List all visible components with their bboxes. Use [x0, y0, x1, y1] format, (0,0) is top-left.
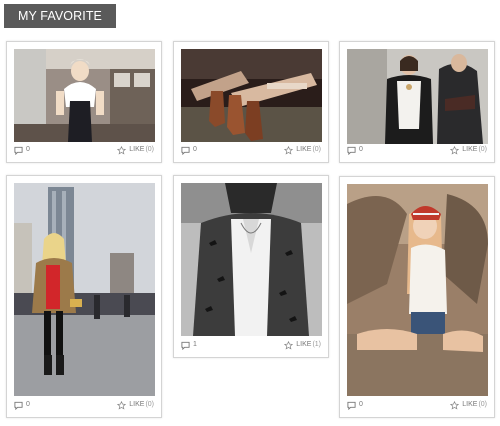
comment-icon	[347, 401, 356, 410]
comment-icon	[14, 146, 23, 155]
star-icon	[450, 400, 460, 410]
star-icon	[450, 145, 460, 155]
look-photo[interactable]	[181, 49, 322, 142]
like-label: LIKE	[296, 146, 312, 153]
look-photo[interactable]	[347, 184, 488, 396]
like-button[interactable]: LIKE (0)	[117, 399, 154, 411]
like-label: LIKE	[129, 146, 145, 153]
like-count: (0)	[312, 146, 321, 153]
look-photo[interactable]	[14, 183, 155, 396]
comment-count[interactable]: 0	[347, 144, 363, 156]
like-label: LIKE	[462, 146, 478, 153]
like-button[interactable]: LIKE (0)	[117, 144, 154, 156]
comment-count-value: 0	[359, 401, 363, 408]
comment-icon	[181, 341, 190, 350]
comment-count-value: 0	[359, 146, 363, 153]
comment-count[interactable]: 1	[181, 339, 197, 351]
look-photo[interactable]	[14, 49, 155, 142]
like-count: (0)	[478, 401, 487, 408]
star-icon	[117, 400, 127, 410]
look-card-3[interactable]: 0 LIKE (0)	[339, 41, 495, 163]
like-count: (0)	[145, 401, 154, 408]
look-card-6[interactable]: 0 LIKE (0)	[339, 176, 495, 418]
look-card-2[interactable]: 0 LIKE (0)	[173, 41, 329, 163]
comment-icon	[14, 401, 23, 410]
look-photo[interactable]	[347, 49, 488, 144]
like-label: LIKE	[296, 341, 312, 348]
like-label: LIKE	[129, 401, 145, 408]
look-card-4[interactable]: 0 LIKE (0)	[6, 175, 162, 418]
comment-count-value: 0	[193, 146, 197, 153]
comment-count-value: 0	[26, 146, 30, 153]
page-title: MY FAVORITE LOOKS	[4, 4, 116, 47]
like-label: LIKE	[462, 401, 478, 408]
star-icon	[117, 145, 127, 155]
comment-count-value: 0	[26, 401, 30, 408]
comment-count[interactable]: 0	[181, 144, 197, 156]
comment-count[interactable]: 0	[14, 144, 30, 156]
comment-count[interactable]: 0	[14, 399, 30, 411]
like-count: (0)	[145, 146, 154, 153]
look-card-5[interactable]: 1 LIKE (1)	[173, 175, 329, 358]
like-button[interactable]: LIKE (0)	[450, 144, 487, 156]
comment-icon	[181, 146, 190, 155]
comment-count-value: 1	[193, 341, 197, 348]
like-count: (0)	[478, 146, 487, 153]
like-count: (1)	[312, 341, 321, 348]
look-card-1[interactable]: 0 LIKE (0)	[6, 41, 162, 163]
star-icon	[284, 340, 294, 350]
star-icon	[284, 145, 294, 155]
like-button[interactable]: LIKE (0)	[284, 144, 321, 156]
like-button[interactable]: LIKE (1)	[284, 339, 321, 351]
look-photo[interactable]	[181, 183, 322, 336]
like-button[interactable]: LIKE (0)	[450, 399, 487, 411]
comment-count[interactable]: 0	[347, 399, 363, 411]
comment-icon	[347, 146, 356, 155]
